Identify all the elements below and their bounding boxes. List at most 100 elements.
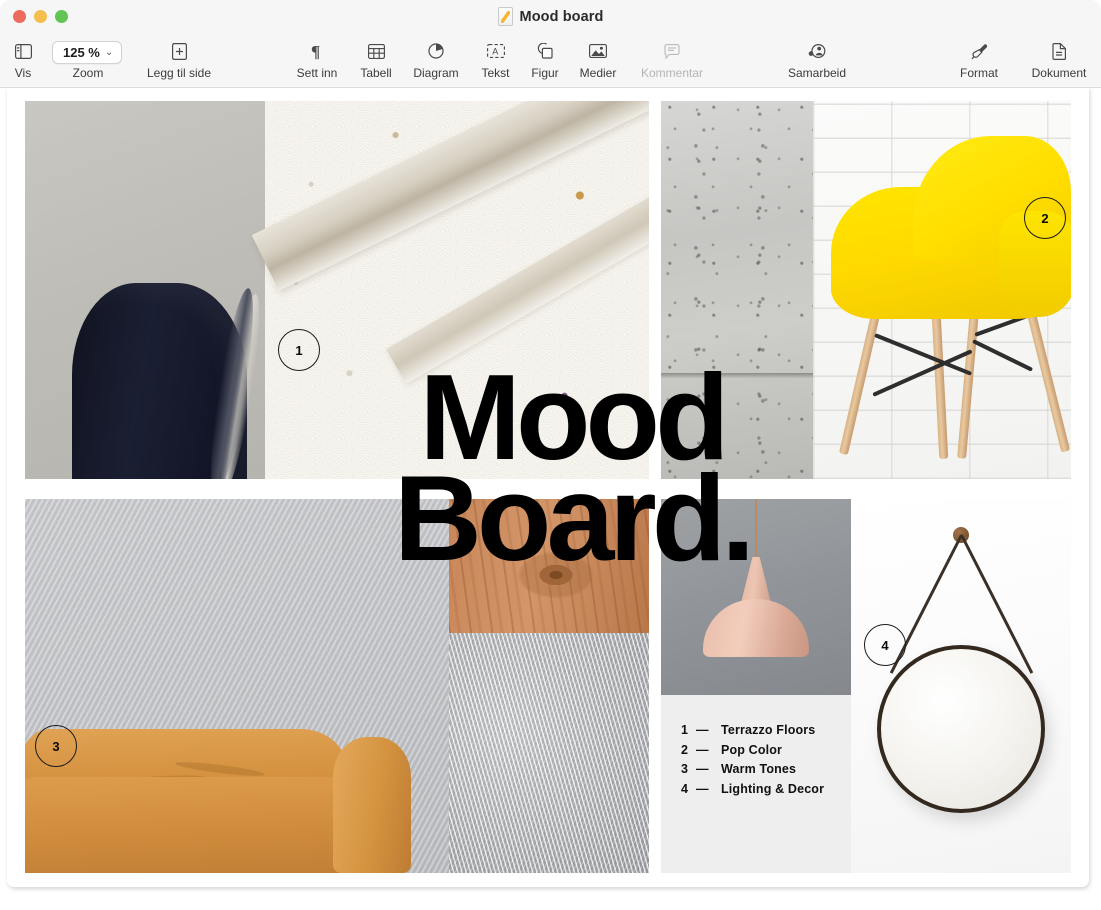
lamp-cord xyxy=(755,499,757,561)
chair-leg-4 xyxy=(1025,305,1070,453)
legend-label: Pop Color xyxy=(721,741,782,761)
toolbar-chart-button[interactable]: Diagram xyxy=(405,39,467,80)
image-icon xyxy=(583,39,613,63)
terrazzo-texture-photo[interactable] xyxy=(265,101,649,479)
armchair-shape xyxy=(72,283,247,479)
sofa-seat-cushion xyxy=(25,777,371,873)
toolbar-format-label: Format xyxy=(960,66,998,80)
toolbar-add-page-button[interactable]: Legg til side xyxy=(143,39,215,80)
toolbar-view-button[interactable]: Vis xyxy=(7,39,39,80)
text-box-icon: A xyxy=(481,39,511,63)
toolbar-comment-button[interactable]: Kommentar xyxy=(632,39,712,80)
toolbar-format-button[interactable]: Format xyxy=(948,39,1010,80)
lamp-cone xyxy=(741,557,771,603)
sofa-armrest xyxy=(333,737,411,873)
toolbar-insert-button[interactable]: ¶ Sett inn xyxy=(292,39,342,80)
toolbar: Vis 125 % ⌄ Zoom Legg til side ¶ xyxy=(0,35,1101,88)
legend-dash: — xyxy=(696,721,721,741)
toolbar-chart-label: Diagram xyxy=(413,66,458,80)
chair-wire-2 xyxy=(872,349,972,396)
legend-item: 1 — Terrazzo Floors xyxy=(681,721,851,741)
document-icon xyxy=(1044,39,1074,63)
toolbar-media-button[interactable]: Medier xyxy=(572,39,624,80)
pilcrow-icon: ¶ xyxy=(302,39,332,63)
legend-label: Warm Tones xyxy=(721,760,796,780)
title-bar: Mood board xyxy=(0,0,1101,35)
legend-item: 3 — Warm Tones xyxy=(681,760,851,780)
pie-chart-icon xyxy=(421,39,451,63)
zoom-select[interactable]: 125 % ⌄ xyxy=(52,41,122,64)
toolbar-text-label: Tekst xyxy=(481,66,509,80)
table-icon xyxy=(361,39,391,63)
toolbar-table-button[interactable]: Tabell xyxy=(353,39,399,80)
svg-text:¶: ¶ xyxy=(311,43,320,60)
pages-document-icon xyxy=(498,7,513,26)
grid-cell-top-right[interactable] xyxy=(661,101,1071,479)
toolbar-collaborate-button[interactable]: Samarbeid xyxy=(777,39,857,80)
legend-label: Terrazzo Floors xyxy=(721,721,815,741)
legend-dash: — xyxy=(696,741,721,761)
toolbar-collaborate-label: Samarbeid xyxy=(788,66,846,80)
grid-cell-top-left[interactable] xyxy=(25,101,649,479)
svg-text:A: A xyxy=(492,46,498,56)
paintbrush-icon xyxy=(964,39,994,63)
callout-marker-3[interactable]: 3 xyxy=(35,725,77,767)
legend-number: 2 xyxy=(681,741,696,761)
concrete-texture-photo[interactable] xyxy=(661,101,813,479)
legend-dash: — xyxy=(696,780,721,800)
wood-grain-texture-photo[interactable] xyxy=(449,499,649,633)
window-title-group: Mood board xyxy=(0,7,1101,26)
callout-marker-4[interactable]: 4 xyxy=(864,624,906,666)
toolbar-add-page-label: Legg til side xyxy=(147,66,211,80)
mirror-glass xyxy=(877,645,1045,813)
chair-leg-3 xyxy=(957,299,980,459)
round-strap-mirror-photo[interactable] xyxy=(851,499,1071,873)
toolbar-media-label: Medier xyxy=(580,66,617,80)
toolbar-comment-label: Kommentar xyxy=(641,66,703,80)
shape-icon xyxy=(530,39,560,63)
toolbar-text-button[interactable]: A Tekst xyxy=(473,39,518,80)
tan-leather-sofa-photo[interactable] xyxy=(25,499,449,873)
sidebar-icon xyxy=(8,39,38,63)
legend-item: 2 — Pop Color xyxy=(681,741,851,761)
document-canvas[interactable]: 1 — Terrazzo Floors 2 — Pop Color 3 — xyxy=(0,88,1101,910)
window-title: Mood board xyxy=(520,9,604,25)
toolbar-view-label: Vis xyxy=(15,66,31,80)
pages-app-window: Mood board Vis 125 % ⌄ Zoom xyxy=(0,0,1101,910)
toolbar-table-label: Tabell xyxy=(360,66,391,80)
legend-item: 4 — Lighting & Decor xyxy=(681,780,851,800)
grey-fur-texture-photo[interactable] xyxy=(449,633,649,873)
mood-board-grid: 1 — Terrazzo Floors 2 — Pop Color 3 — xyxy=(25,101,1071,873)
callout-label: 1 xyxy=(295,343,302,358)
toolbar-document-label: Dokument xyxy=(1032,66,1087,80)
toolbar-document-button[interactable]: Dokument xyxy=(1020,39,1098,80)
legend-number: 3 xyxy=(681,760,696,780)
callout-marker-1[interactable]: 1 xyxy=(278,329,320,371)
chair-leg-2 xyxy=(931,301,948,459)
sofa-shape xyxy=(25,665,449,873)
lamp-shade xyxy=(703,599,809,657)
yellow-eames-chair-photo[interactable] xyxy=(813,101,1071,479)
toolbar-shape-button[interactable]: Figur xyxy=(524,39,566,80)
document-page[interactable]: 1 — Terrazzo Floors 2 — Pop Color 3 — xyxy=(7,88,1089,887)
toolbar-shape-label: Figur xyxy=(531,66,558,80)
zoom-value: 125 % xyxy=(63,45,100,60)
legend-number: 1 xyxy=(681,721,696,741)
legend-label: Lighting & Decor xyxy=(721,780,824,800)
navy-armchair-photo[interactable] xyxy=(25,101,265,479)
concrete-seam-line xyxy=(661,373,813,378)
legend-number: 4 xyxy=(681,780,696,800)
legend-dash: — xyxy=(696,760,721,780)
callout-label: 3 xyxy=(52,739,59,754)
toolbar-insert-label: Sett inn xyxy=(297,66,338,80)
toolbar-zoom-label: Zoom xyxy=(52,66,124,80)
blush-pendant-lamp-photo[interactable] xyxy=(661,499,851,695)
callout-label: 4 xyxy=(881,638,888,653)
wood-knot xyxy=(517,551,595,599)
chevron-down-icon: ⌄ xyxy=(105,47,113,58)
grid-cell-bottom-right[interactable]: 1 — Terrazzo Floors 2 — Pop Color 3 — xyxy=(661,499,1071,873)
callout-label: 2 xyxy=(1041,211,1048,226)
chair-leg-1 xyxy=(839,305,882,455)
callout-marker-2[interactable]: 2 xyxy=(1024,197,1066,239)
grid-cell-bottom-left[interactable] xyxy=(25,499,649,873)
